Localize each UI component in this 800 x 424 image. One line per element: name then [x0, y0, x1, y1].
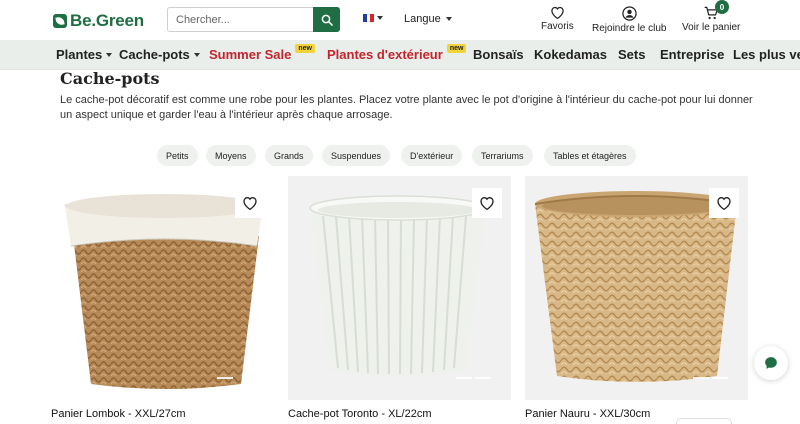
cart-link[interactable]: Voir le panier 0: [682, 0, 741, 33]
cart-label: Voir le panier: [682, 22, 741, 33]
french-flag-icon[interactable]: [363, 14, 375, 22]
nav-item-summer-sale[interactable]: Summer Sale new: [209, 44, 315, 62]
nav-label: Sets: [618, 47, 646, 62]
image-carousel-dots[interactable]: [456, 377, 491, 379]
image-carousel-dots[interactable]: [217, 377, 233, 379]
chat-button[interactable]: [754, 346, 788, 380]
heart-icon: [551, 6, 564, 19]
chat-bubble-icon: [765, 357, 777, 369]
logo-text: Be.Green: [70, 11, 144, 30]
new-badge: new: [295, 44, 315, 53]
filter-chip-tables-etageres[interactable]: Tables et étagères: [544, 145, 636, 166]
language-label: Langue: [404, 13, 441, 25]
language-selector[interactable]: Langue: [404, 13, 452, 25]
top-header: Be.Green Langue Favoris Rejoindre le clu…: [0, 0, 800, 40]
nav-item-plantes[interactable]: Plantes: [56, 47, 113, 62]
filter-chip-moyens[interactable]: Moyens: [206, 145, 256, 166]
wishlist-button[interactable]: [235, 188, 265, 218]
nav-label: Kokedamas: [534, 47, 607, 62]
nav-item-bonsais[interactable]: Bonsaïs: [473, 47, 524, 62]
nav-label: Plantes d'extérieur: [327, 47, 443, 62]
favorites-label: Favoris: [541, 21, 574, 32]
search-icon: [321, 14, 333, 26]
heart-icon: [717, 196, 731, 210]
club-link[interactable]: Rejoindre le club: [592, 6, 667, 34]
nav-label: Entreprise: [660, 47, 725, 62]
filter-chip-suspendues[interactable]: Suspendues: [322, 145, 391, 166]
product-image-lombok[interactable]: [51, 176, 274, 400]
filter-chip-exterieur[interactable]: D'extérieur: [401, 145, 463, 166]
page-title: Cache-pots: [60, 69, 160, 88]
club-label: Rejoindre le club: [592, 23, 667, 34]
chevron-down-icon: [445, 17, 452, 21]
heart-icon: [243, 196, 257, 210]
search-box: [167, 7, 340, 32]
chevron-down-icon: [106, 52, 113, 57]
product-image-toronto[interactable]: [288, 176, 511, 400]
filter-chip-grands[interactable]: Grands: [265, 145, 313, 166]
nav-label: Cache-pots: [119, 47, 190, 62]
logo-leaf-icon: [53, 14, 67, 28]
wishlist-button[interactable]: [472, 188, 502, 218]
nav-item-cache-pots[interactable]: Cache-pots: [119, 47, 200, 62]
nav-label: Summer Sale: [209, 47, 292, 62]
new-badge: new: [446, 44, 467, 53]
heart-icon: [480, 196, 494, 210]
search-input[interactable]: [168, 8, 314, 31]
nav-label: Plantes: [56, 47, 103, 62]
user-circle-icon: [622, 6, 637, 21]
filter-chip-terrariums[interactable]: Terrariums: [472, 145, 533, 166]
nav-item-entreprise[interactable]: Entreprise: [660, 47, 724, 62]
product-name[interactable]: Panier Lombok - XXL/27cm: [51, 408, 186, 420]
chevron-down-icon: [193, 52, 200, 57]
nav-item-les-plus-vendus[interactable]: Les plus ven: [733, 47, 800, 62]
favorites-link[interactable]: Favoris: [541, 6, 574, 32]
image-carousel-dots[interactable]: [693, 377, 728, 379]
cart-count-badge: 0: [715, 0, 729, 14]
wishlist-button[interactable]: [709, 188, 739, 218]
bottom-widget[interactable]: [676, 418, 732, 424]
logo[interactable]: Be.Green: [53, 11, 144, 31]
nav-item-plantes-exterieur[interactable]: Plantes d'extérieur new: [327, 44, 467, 62]
nav-item-sets[interactable]: Sets: [618, 47, 645, 62]
nav-item-kokedamas[interactable]: Kokedamas: [534, 47, 607, 62]
page-description: Le cache-pot décoratif est comme une rob…: [60, 94, 753, 121]
product-name[interactable]: Cache-pot Toronto - XL/22cm: [288, 408, 431, 420]
product-name[interactable]: Panier Nauru - XXL/30cm: [525, 408, 650, 420]
main-navigation: Plantes Cache-pots Summer Sale new Plant…: [0, 40, 800, 70]
flag-chevron-down-icon[interactable]: [377, 16, 383, 20]
filter-chip-petits[interactable]: Petits: [157, 145, 198, 166]
search-button[interactable]: [313, 7, 340, 32]
nav-label: Les plus ven: [733, 47, 800, 62]
product-image-nauru[interactable]: [525, 176, 748, 400]
nav-label: Bonsaïs: [473, 47, 524, 62]
